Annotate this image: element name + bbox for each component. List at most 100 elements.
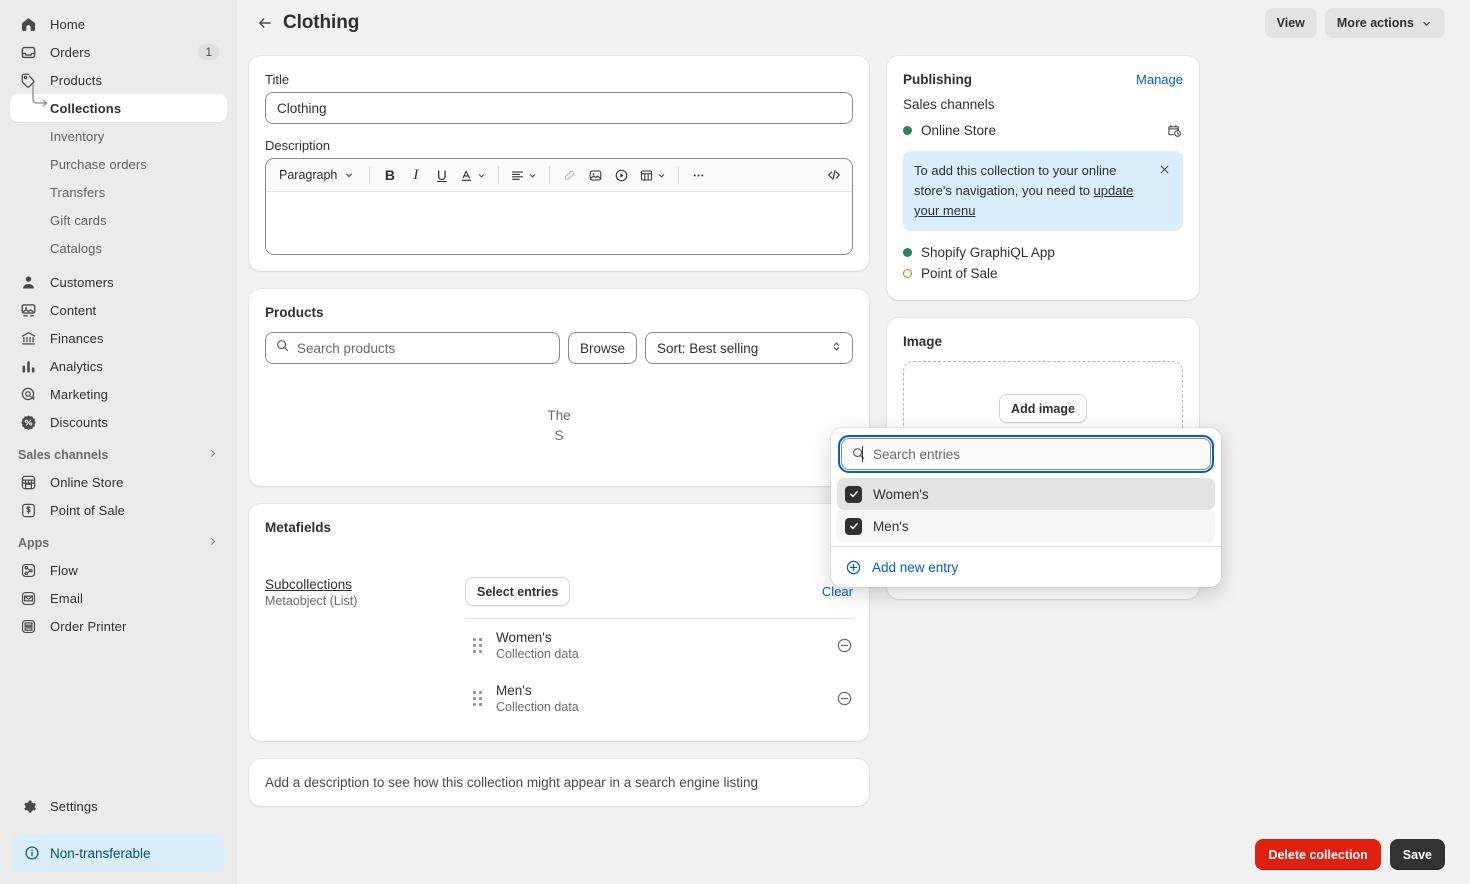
underline-button[interactable]: U (429, 163, 454, 188)
sidebar-item-point-of-sale[interactable]: Point of Sale (10, 496, 227, 524)
sort-select[interactable]: Sort: Best selling (645, 332, 853, 364)
products-heading: Products (265, 305, 853, 320)
navigation-info-bubble: To add this collection to your online st… (903, 151, 1183, 231)
chevron-down-icon (527, 170, 538, 181)
chevron-down-icon (343, 169, 355, 181)
sidebar-group-apps[interactable]: Apps (10, 530, 227, 556)
info-text: To add this collection to your online st… (914, 163, 1116, 198)
metafield-value-area: Select entries Clear Women's Collection … (465, 547, 853, 725)
browse-products-button[interactable]: Browse (568, 332, 637, 364)
sidebar-item-label: Catalogs (50, 241, 102, 256)
drag-handle-icon[interactable] (473, 638, 482, 653)
sidebar-item-marketing[interactable]: Marketing (10, 380, 227, 408)
toolbar-divider (498, 166, 499, 184)
insert-video-button[interactable] (609, 163, 634, 188)
entry-option-womens[interactable]: Women's (837, 478, 1215, 510)
sidebar-item-customers[interactable]: Customers (10, 268, 227, 296)
calendar-clock-icon[interactable] (1166, 122, 1183, 139)
sidebar-item-collections[interactable]: Collections (10, 94, 227, 122)
add-new-entry-button[interactable]: Add new entry (831, 547, 1221, 587)
sidebar-item-content[interactable]: Content (10, 296, 227, 324)
channel-row-online-store: Online Store (903, 119, 1183, 142)
product-search-wrapper (265, 332, 560, 364)
sidebar-item-purchase-orders[interactable]: Purchase orders (10, 150, 227, 178)
chevron-down-icon (656, 170, 667, 181)
non-transferable-banner[interactable]: Non-transferable (12, 834, 225, 872)
metafield-name-link[interactable]: Subcollections (265, 577, 465, 592)
products-tag-icon (18, 70, 38, 90)
drag-handle-icon[interactable] (473, 691, 482, 706)
pos-icon (18, 500, 38, 520)
description-rich-text-editor: Paragraph B I U (265, 158, 853, 255)
select-entries-popover: Women's Men's Add new entry (831, 428, 1221, 587)
view-button[interactable]: View (1265, 8, 1317, 38)
checkbox-checked[interactable] (845, 518, 862, 535)
sidebar-item-label: Content (50, 303, 96, 318)
sidebar-item-order-printer[interactable]: Order Printer (10, 612, 227, 640)
sidebar-item-catalogs[interactable]: Catalogs (10, 234, 227, 262)
entry-option-label: Men's (873, 519, 909, 534)
code-view-button[interactable] (821, 163, 846, 188)
sidebar-item-analytics[interactable]: Analytics (10, 352, 227, 380)
remove-circle-icon[interactable] (836, 690, 853, 707)
code-view-icon (826, 167, 842, 183)
sidebar-item-home[interactable]: Home (10, 10, 227, 38)
list-item[interactable]: Women's Collection data (465, 619, 853, 672)
entry-option-mens[interactable]: Men's (837, 510, 1215, 542)
italic-label: I (413, 167, 418, 184)
list-item[interactable]: Men's Collection data (465, 672, 853, 725)
delete-collection-button[interactable]: Delete collection (1255, 839, 1380, 870)
text-align-button[interactable] (506, 163, 542, 188)
products-card: Products Browse Sort: Best selling (249, 289, 869, 486)
sidebar-item-gift-cards[interactable]: Gift cards (10, 206, 227, 234)
description-field-label: Description (265, 138, 853, 153)
more-options-button[interactable] (686, 163, 711, 188)
manage-publishing-link[interactable]: Manage (1136, 72, 1183, 87)
toolbar-divider (549, 166, 550, 184)
add-image-button[interactable]: Add image (999, 394, 1087, 423)
insert-image-button[interactable] (583, 163, 608, 188)
metafield-row: Subcollections Metaobject (List) Select … (265, 547, 853, 725)
remove-circle-icon[interactable] (836, 637, 853, 654)
sidebar-item-flow[interactable]: Flow (10, 556, 227, 584)
entry-type: Collection data (496, 647, 579, 661)
description-editor-body[interactable] (266, 192, 852, 254)
sidebar-item-discounts[interactable]: Discounts (10, 408, 227, 436)
sales-channels-label: Sales channels (903, 97, 1183, 112)
bold-button[interactable]: B (377, 163, 402, 188)
arrow-left-icon (256, 14, 274, 32)
save-button[interactable]: Save (1390, 839, 1445, 870)
sidebar-item-online-store[interactable]: Online Store (10, 468, 227, 496)
sidebar-item-finances[interactable]: Finances (10, 324, 227, 352)
empty-state-line-2: S (265, 426, 853, 446)
sidebar-item-orders[interactable]: Orders 1 (10, 38, 227, 66)
italic-button[interactable]: I (403, 163, 428, 188)
insert-table-button[interactable] (635, 163, 671, 188)
text-color-button[interactable] (455, 163, 491, 188)
more-actions-button[interactable]: More actions (1325, 8, 1445, 38)
checkbox-checked[interactable] (845, 486, 862, 503)
search-entries-input[interactable] (841, 438, 1211, 470)
title-input[interactable] (265, 92, 853, 124)
page-header: Clothing View More actions (237, 0, 1470, 46)
sidebar-item-products[interactable]: Products (10, 66, 227, 94)
paragraph-style-dropdown[interactable]: Paragraph (272, 163, 362, 188)
customers-icon (18, 272, 38, 292)
sidebar-item-transfers[interactable]: Transfers (10, 178, 227, 206)
sidebar-item-email[interactable]: Email (10, 584, 227, 612)
publishing-header: Publishing Manage (903, 72, 1183, 87)
select-entries-button[interactable]: Select entries (465, 577, 570, 606)
insert-link-button[interactable] (557, 163, 582, 188)
product-search-input[interactable] (265, 332, 560, 364)
orders-icon (18, 42, 38, 62)
channel-row-point-of-sale: Point of Sale (903, 263, 1183, 284)
metafields-card: Metafields Subcollections Metaobject (Li… (249, 504, 869, 741)
sidebar-item-label: Transfers (50, 185, 105, 200)
sidebar-group-sales-channels[interactable]: Sales channels (10, 442, 227, 468)
back-button[interactable] (251, 9, 279, 37)
close-icon[interactable] (1158, 161, 1172, 176)
align-left-icon (510, 168, 525, 183)
sidebar-item-inventory[interactable]: Inventory (10, 122, 227, 150)
text-color-icon (459, 168, 474, 183)
sidebar-item-settings[interactable]: Settings (10, 792, 227, 820)
